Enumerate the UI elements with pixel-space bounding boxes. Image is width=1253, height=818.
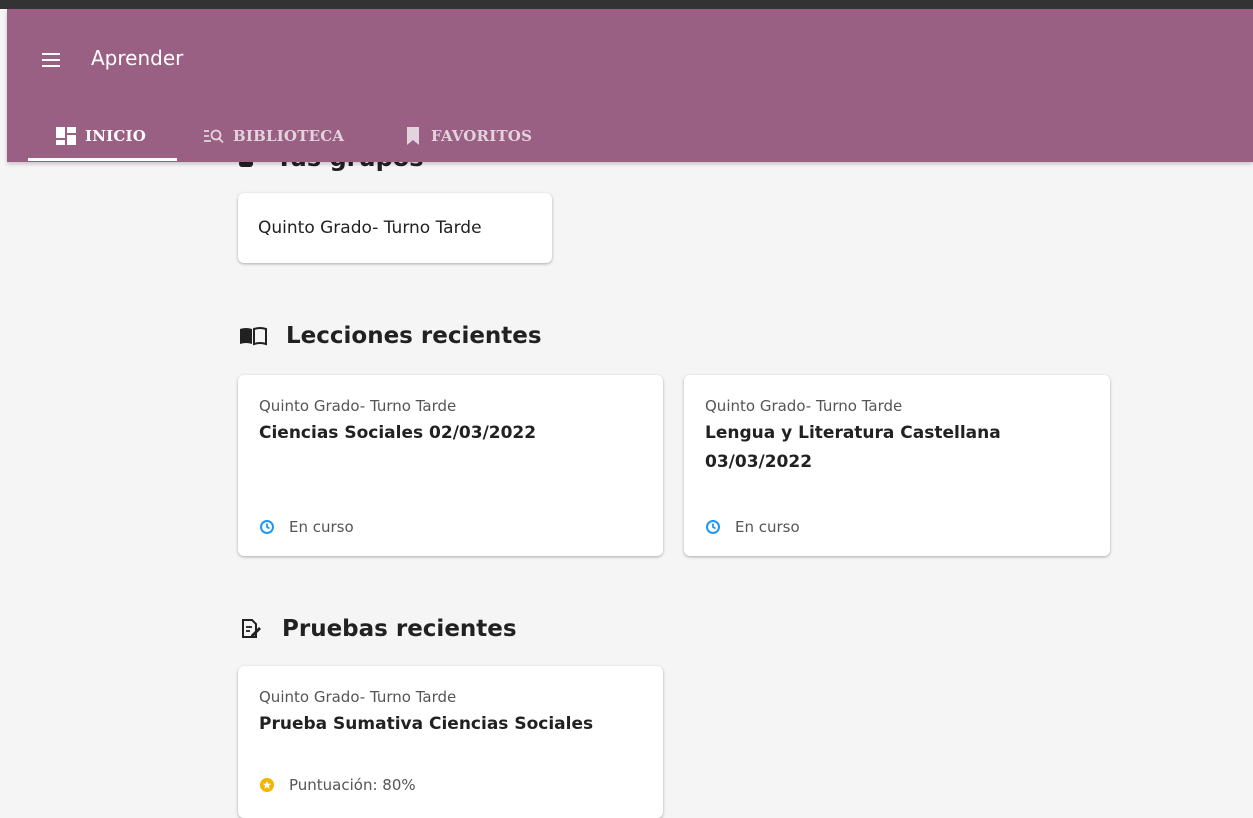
lesson-group: Quinto Grado- Turno Tarde xyxy=(705,397,903,415)
app-title: Aprender xyxy=(91,46,184,70)
test-card[interactable]: Quinto Grado- Turno Tarde Prueba Sumativ… xyxy=(238,666,663,818)
lesson-status: En curso xyxy=(259,518,354,536)
app-bar: Aprender INICIO BIBLIOTECA FAVORITOS xyxy=(7,9,1253,162)
menu-button[interactable] xyxy=(39,50,65,70)
group-card[interactable]: Quinto Grado- Turno Tarde xyxy=(238,193,552,263)
tab-biblioteca[interactable]: BIBLIOTECA xyxy=(203,114,344,158)
menu-icon xyxy=(42,53,60,55)
star-icon xyxy=(260,778,274,792)
lesson-status: En curso xyxy=(705,518,800,536)
tests-heading: Pruebas recientes xyxy=(238,609,517,649)
test-title: Prueba Sumativa Ciencias Sociales xyxy=(259,714,594,734)
window-top-strip xyxy=(0,0,1253,9)
lesson-group: Quinto Grado- Turno Tarde xyxy=(259,397,457,415)
bookmark-icon xyxy=(407,127,419,145)
tab-inicio[interactable]: INICIO xyxy=(55,114,146,158)
lesson-status-label: En curso xyxy=(289,518,354,536)
active-tab-indicator xyxy=(28,158,177,161)
tests-heading-label: Pruebas recientes xyxy=(282,616,517,642)
clock-icon xyxy=(260,520,274,534)
lesson-title: Ciencias Sociales 02/03/2022 xyxy=(259,423,537,443)
lessons-heading: Lecciones recientes xyxy=(238,316,542,356)
clock-icon xyxy=(706,520,720,534)
lesson-card[interactable]: Quinto Grado- Turno Tarde Ciencias Socia… xyxy=(238,375,663,556)
tab-label: INICIO xyxy=(85,127,146,145)
test-group: Quinto Grado- Turno Tarde xyxy=(259,688,457,706)
test-status-label: Puntuación: 80% xyxy=(289,776,416,794)
lesson-title: Lengua y Literatura Castellana 03/03/202… xyxy=(705,423,1001,472)
quiz-icon xyxy=(242,619,261,638)
tab-label: FAVORITOS xyxy=(431,127,533,145)
lessons-heading-label: Lecciones recientes xyxy=(286,323,542,349)
library-search-icon xyxy=(204,129,224,144)
lesson-status-label: En curso xyxy=(735,518,800,536)
tab-favoritos[interactable]: FAVORITOS xyxy=(403,114,532,158)
tab-label: BIBLIOTECA xyxy=(233,127,345,145)
lesson-card[interactable]: Quinto Grado- Turno Tarde Lengua y Liter… xyxy=(684,375,1110,556)
group-name: Quinto Grado- Turno Tarde xyxy=(258,218,482,238)
book-icon xyxy=(240,327,267,346)
test-status: Puntuación: 80% xyxy=(259,776,416,794)
dashboard-icon xyxy=(56,127,76,145)
